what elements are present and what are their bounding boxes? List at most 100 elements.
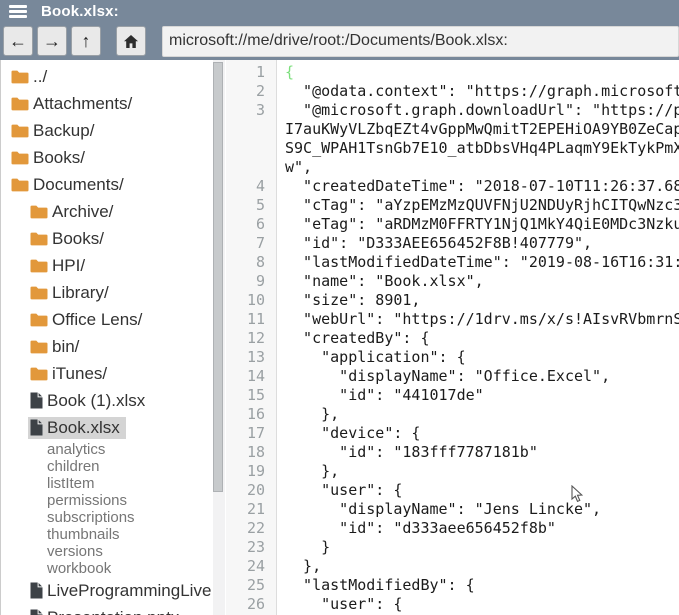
line-number: 9 (226, 272, 265, 291)
line-number: 23 (226, 538, 265, 557)
tree-item-folder[interactable]: Backup/ (1, 117, 213, 144)
back-button[interactable]: ← (3, 26, 33, 56)
code-line[interactable]: "size": 8901, (285, 291, 679, 310)
tree-item-folder[interactable]: Office Lens/ (1, 306, 213, 333)
sidebar-scrollbar-thumb[interactable] (213, 62, 223, 492)
code-line[interactable]: "id": "d333aee656452f8b" (285, 519, 679, 538)
tree-item-folder[interactable]: HPI/ (1, 252, 213, 279)
line-number: 13 (226, 348, 265, 367)
tree-subitem-listItem[interactable]: listItem (1, 475, 213, 492)
code-line[interactable]: "createdBy": { (285, 329, 679, 348)
folder-icon (30, 285, 48, 300)
tree-item-label: Archive/ (52, 202, 113, 222)
tree-item-file[interactable]: LiveProgrammingLive (1, 577, 213, 604)
line-number: 4 (226, 177, 265, 196)
tree-item-label: Library/ (52, 283, 109, 303)
tree-item-folder[interactable]: iTunes/ (1, 360, 213, 387)
line-number: 21 (226, 500, 265, 519)
code-line[interactable]: "id": "441017de" (285, 386, 679, 405)
tree-item-label: Backup/ (33, 121, 94, 141)
json-editor: 1234567891011121314151617181920212223242… (226, 60, 679, 615)
tree-item-folder[interactable]: Documents/ (1, 171, 213, 198)
tree-subitem-versions[interactable]: versions (1, 543, 213, 560)
code-line[interactable]: "createdDateTime": "2018-07-10T11:26:37.… (285, 177, 679, 196)
line-number: 3 (226, 101, 265, 120)
nav-toolbar: ← → ↑ (0, 22, 679, 60)
tree-item-file[interactable]: Book.xlsx (1, 414, 213, 441)
code-line[interactable]: "webUrl": "https://1drv.ms/x/s!AIsvRVbmr… (285, 310, 679, 329)
forward-button[interactable]: → (37, 26, 67, 56)
line-number: 1 (226, 63, 265, 82)
folder-icon (30, 231, 48, 246)
folder-icon (11, 69, 29, 84)
line-number: 15 (226, 386, 265, 405)
file-icon (30, 392, 43, 409)
tree-item-folder[interactable]: ../ (1, 63, 213, 90)
tree-subitem-analytics[interactable]: analytics (1, 441, 213, 458)
folder-icon (30, 258, 48, 273)
line-number: 17 (226, 424, 265, 443)
code-line[interactable]: "cTag": "aYzpEMzMzQUVFNjU2NDUyRjhCITQwNz… (285, 196, 679, 215)
code-line[interactable]: "@microsoft.graph.downloadUrl": "https:/… (285, 101, 679, 120)
code-line[interactable]: "displayName": "Jens Lincke", (285, 500, 679, 519)
line-number: 18 (226, 443, 265, 462)
code-line[interactable]: w", (285, 158, 679, 177)
code-line[interactable]: "@odata.context": "https://graph.microso… (285, 82, 679, 101)
file-browser-window: Book.xlsx: ← → ↑ ../Attachments/Backup/B… (0, 0, 679, 615)
menu-icon[interactable] (9, 5, 27, 18)
tree-subitem-thumbnails[interactable]: thumbnails (1, 526, 213, 543)
line-number: 11 (226, 310, 265, 329)
code-line[interactable]: "user": { (285, 595, 679, 614)
arrow-left-icon: ← (9, 31, 27, 52)
line-number: 6 (226, 215, 265, 234)
tree-item-label: Book (1).xlsx (47, 391, 145, 411)
code-line[interactable]: "lastModifiedBy": { (285, 576, 679, 595)
folder-icon (11, 96, 29, 111)
code-line[interactable]: "displayName": "Office.Excel", (285, 367, 679, 386)
line-number: 16 (226, 405, 265, 424)
tree-item-label: Presentation.pptx (47, 608, 179, 615)
code-line[interactable]: "lastModifiedDateTime": "2019-08-16T16:3… (285, 253, 679, 272)
code-line[interactable]: "id": "D333AEE656452F8B!407779", (285, 234, 679, 253)
up-button[interactable]: ↑ (71, 26, 101, 56)
tree-subitem-workbook[interactable]: workbook (1, 560, 213, 577)
code-line[interactable]: "user": { (285, 481, 679, 500)
tree-item-folder[interactable]: Attachments/ (1, 90, 213, 117)
code-line[interactable]: "name": "Book.xlsx", (285, 272, 679, 291)
tree-item-folder[interactable]: Library/ (1, 279, 213, 306)
code-area[interactable]: { "@odata.context": "https://graph.micro… (277, 60, 679, 615)
tree-item-folder[interactable]: bin/ (1, 333, 213, 360)
code-line[interactable]: { (285, 63, 679, 82)
code-line[interactable]: I7auKWyVLZbqEZt4vGppMwQmitT2EPEHiOA9YB0Z… (285, 120, 679, 139)
tree-item-folder[interactable]: Archive/ (1, 198, 213, 225)
line-number: 12 (226, 329, 265, 348)
line-number: 22 (226, 519, 265, 538)
arrow-up-icon: ↑ (82, 31, 91, 52)
tree-item-label: Documents/ (33, 175, 124, 195)
folder-icon (11, 177, 29, 192)
tree-subitem-subscriptions[interactable]: subscriptions (1, 509, 213, 526)
tree-subitem-children[interactable]: children (1, 458, 213, 475)
code-line[interactable]: }, (285, 462, 679, 481)
tree-item-label: Books/ (33, 148, 85, 168)
code-line[interactable]: "application": { (285, 348, 679, 367)
code-line[interactable]: S9C_WPAH1TsnGb7E10_atbDbsVHq4PLaqmY9EkTy… (285, 139, 679, 158)
folder-icon (30, 366, 48, 381)
sidebar-scrollbar-track[interactable] (213, 60, 225, 615)
code-line[interactable]: "id": "183fff7787181b" (285, 443, 679, 462)
code-line[interactable]: }, (285, 405, 679, 424)
code-line[interactable]: "device": { (285, 424, 679, 443)
tree-item-folder[interactable]: Books/ (1, 144, 213, 171)
home-button[interactable] (116, 26, 146, 56)
tree-item-file[interactable]: Presentation.pptx (1, 604, 213, 615)
tree-item-label: Books/ (52, 229, 104, 249)
code-line[interactable]: "eTag": "aRDMzM0FFRTY1NjQ1MkY4QiE0MDc3Nz… (285, 215, 679, 234)
address-bar-input[interactable] (162, 26, 679, 57)
title-bar: Book.xlsx: (0, 0, 679, 22)
code-line[interactable]: }, (285, 557, 679, 576)
tree-item-folder[interactable]: Books/ (1, 225, 213, 252)
tree-item-file[interactable]: Book (1).xlsx (1, 387, 213, 414)
code-line[interactable]: } (285, 538, 679, 557)
tree-subitem-permissions[interactable]: permissions (1, 492, 213, 509)
line-number: 2 (226, 82, 265, 101)
